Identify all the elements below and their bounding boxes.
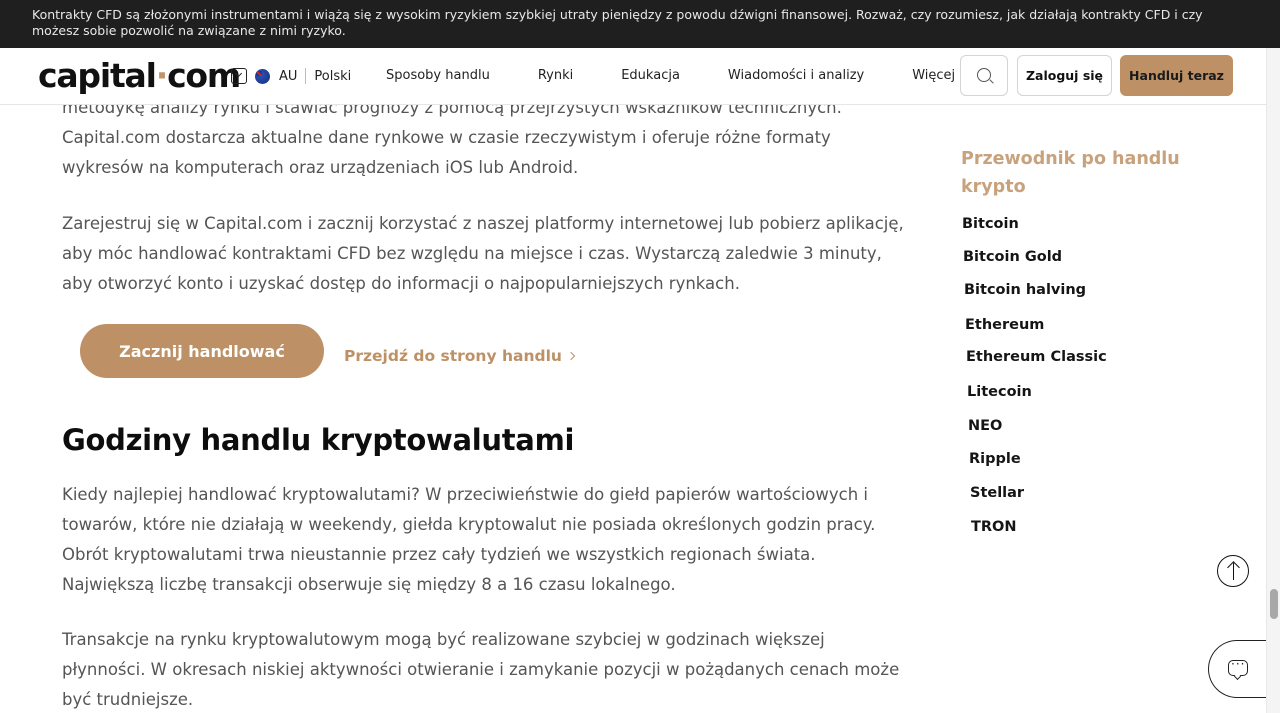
sidebar-item-neo[interactable]: NEO	[968, 418, 1002, 434]
search-button[interactable]	[960, 55, 1008, 96]
sidebar-item-ethereum[interactable]: Ethereum	[965, 317, 1044, 333]
scroll-to-top-button[interactable]	[1217, 555, 1249, 587]
article-paragraph: Kiedy najlepiej handlować kryptowalutami…	[62, 485, 876, 594]
region-code: AU	[279, 68, 298, 84]
search-icon-handle	[989, 79, 994, 84]
language-label[interactable]: Polski	[314, 69, 351, 84]
nav-item-wiadomosci[interactable]: Wiadomości i analizy	[728, 68, 864, 84]
nav-item-sposoby-handlu[interactable]: Sposoby handlu	[386, 68, 490, 84]
sidebar-item-bitcoin[interactable]: Bitcoin	[962, 216, 1019, 232]
article-paragraph: Transakcje na rynku kryptowalutowym mogą…	[62, 630, 900, 709]
logo[interactable]: capital·com	[38, 56, 241, 96]
arrow-up-icon-tip	[1226, 561, 1240, 574]
go-to-trading-label: Przejdź do strony handlu	[344, 347, 562, 365]
section-heading: Godziny handlu kryptowalutami	[62, 423, 575, 457]
sidebar-item-stellar[interactable]: Stellar	[970, 485, 1024, 501]
region-selector[interactable]: AU Polski	[231, 68, 351, 84]
sidebar-item-bitcoin-halving[interactable]: Bitcoin halving	[964, 282, 1086, 298]
sidebar-item-litecoin[interactable]: Litecoin	[967, 384, 1032, 400]
australia-flag-icon	[255, 68, 270, 84]
sidebar-item-ethereum-classic[interactable]: Ethereum Classic	[966, 349, 1107, 365]
logo-right: com	[167, 56, 241, 95]
region-divider	[305, 68, 307, 84]
chevron-down-icon[interactable]	[231, 68, 247, 84]
article-paragraph: Zarejestruj się w Capital.com i zacznij …	[62, 214, 904, 293]
sidebar-title: Przewodnik po handlu krypto	[961, 149, 1180, 197]
go-to-trading-link[interactable]: Przejdź do strony handlu	[344, 347, 576, 365]
trade-now-button[interactable]: Handluj teraz	[1120, 55, 1233, 96]
risk-warning-text: Kontrakty CFD są złożonymi instrumentami…	[32, 7, 1203, 38]
nav-item-rynki[interactable]: Rynki	[538, 68, 573, 84]
chevron-right-icon	[566, 351, 576, 361]
logo-left: capital	[38, 56, 157, 95]
sidebar-item-ripple[interactable]: Ripple	[969, 451, 1021, 467]
risk-warning-banner: Kontrakty CFD są złożonymi instrumentami…	[0, 0, 1280, 48]
logo-dot: ·	[155, 56, 169, 95]
sidebar-item-tron[interactable]: TRON	[971, 519, 1017, 535]
sidebar-item-bitcoin-gold[interactable]: Bitcoin Gold	[963, 249, 1062, 265]
site-header: capital·com AU Polski Sposoby handlu Ryn…	[0, 48, 1266, 105]
nav-item-edukacja[interactable]: Edukacja	[621, 68, 680, 84]
scrollbar-thumb[interactable]	[1270, 589, 1278, 619]
main-nav: Sposoby handlu Rynki Edukacja Wiadomości…	[386, 68, 1003, 84]
page-scrollbar[interactable]	[1266, 48, 1280, 713]
login-button[interactable]: Zaloguj się	[1017, 55, 1112, 96]
article-paragraph: metodykę analizy rynku i stawiać prognoz…	[62, 98, 842, 177]
nav-item-wiecej[interactable]: Więcej	[912, 68, 955, 84]
start-trading-button[interactable]: Zacznij handlować	[80, 324, 324, 378]
